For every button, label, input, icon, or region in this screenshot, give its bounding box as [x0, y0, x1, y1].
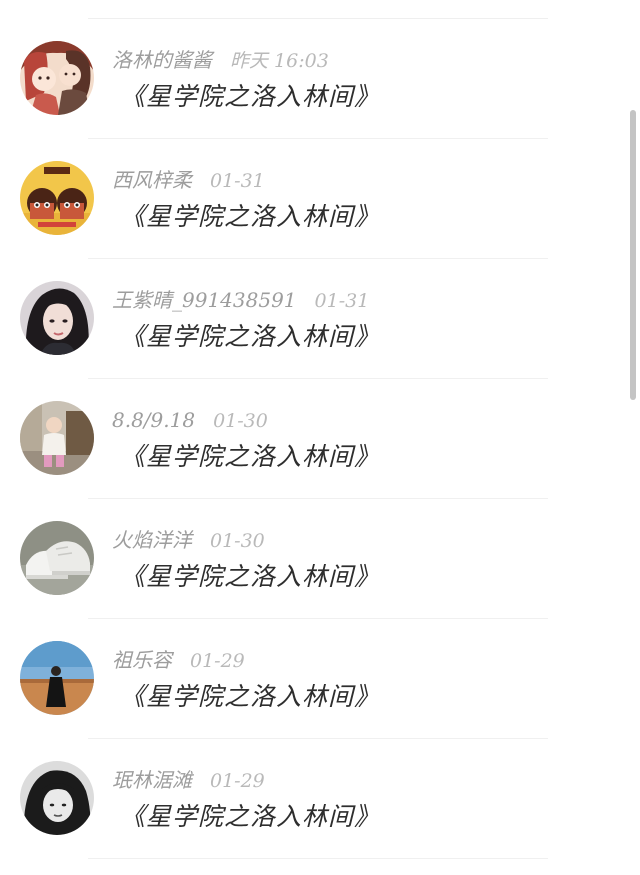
comment-meta: 洛林的酱酱 昨天 16:03	[112, 47, 329, 73]
username[interactable]: 祖乐容	[112, 648, 172, 672]
bw-girl-avatar[interactable]	[20, 761, 94, 835]
beach-figure-avatar[interactable]	[20, 641, 94, 715]
comment-time: 01-30	[210, 530, 265, 552]
toddler-photo-avatar[interactable]	[20, 401, 94, 475]
comment-meta: 西风梓柔 01-31	[112, 167, 265, 193]
double-dolls-avatar[interactable]	[20, 161, 94, 235]
comment-text: 《星学院之洛入林间》	[120, 802, 381, 831]
comment-item[interactable]: 珉林涺滩 01-29 《星学院之洛入林间》	[0, 739, 640, 859]
comment-text: 《星学院之洛入林间》	[120, 442, 381, 471]
comment-meta: 火焰洋洋 01-30	[112, 527, 265, 553]
comment-time: 01-29	[210, 770, 265, 792]
username[interactable]: 洛林的酱酱	[112, 48, 212, 72]
girl-portrait-avatar[interactable]	[20, 281, 94, 355]
comment-item[interactable]: 王紫晴_991438591 01-31 《星学院之洛入林间》	[0, 259, 640, 379]
comment-item[interactable]: 8.8/9.18 01-30 《星学院之洛入林间》	[0, 379, 640, 499]
scrollbar[interactable]	[630, 110, 636, 400]
comment-time: 昨天 16:03	[230, 50, 329, 72]
comment-meta: 王紫晴_991438591 01-31	[112, 287, 369, 313]
comment-meta: 8.8/9.18 01-30	[112, 407, 268, 433]
comment-text: 《星学院之洛入林间》	[120, 682, 381, 711]
comment-time: 01-31	[314, 290, 370, 312]
comment-meta: 祖乐容 01-29	[112, 647, 245, 673]
comment-item[interactable]: 火焰洋洋 01-30 《星学院之洛入林间》	[0, 499, 640, 619]
comment-item[interactable]: 祖乐容 01-29 《星学院之洛入林间》	[0, 619, 640, 739]
comment-item[interactable]: 洛林的酱酱 昨天 16:03 《星学院之洛入林间》	[0, 19, 640, 139]
comment-text: 《星学院之洛入林间》	[120, 562, 381, 591]
comment-item[interactable]: 西风梓柔 01-31 《星学院之洛入林间》	[0, 139, 640, 259]
username[interactable]: 王紫晴_991438591	[112, 288, 297, 312]
anime-couple-avatar[interactable]	[20, 41, 94, 115]
username[interactable]: 8.8/9.18	[112, 408, 195, 432]
comment-text: 《星学院之洛入林间》	[120, 322, 381, 351]
username[interactable]: 西风梓柔	[112, 168, 192, 192]
username[interactable]: 火焰洋洋	[112, 528, 192, 552]
comment-time: 01-30	[213, 410, 268, 432]
comment-text: 《星学院之洛入林间》	[120, 202, 381, 231]
comment-time: 01-29	[190, 650, 245, 672]
row-divider	[88, 858, 548, 859]
comment-meta: 珉林涺滩 01-29	[112, 767, 265, 793]
comment-text: 《星学院之洛入林间》	[120, 82, 381, 111]
comment-time: 01-31	[210, 170, 265, 192]
comment-list: 洛林的酱酱 昨天 16:03 《星学院之洛入林间》 西风梓柔 01-31 《星学…	[0, 19, 640, 859]
username[interactable]: 珉林涺滩	[112, 768, 192, 792]
sneakers-avatar[interactable]	[20, 521, 94, 595]
